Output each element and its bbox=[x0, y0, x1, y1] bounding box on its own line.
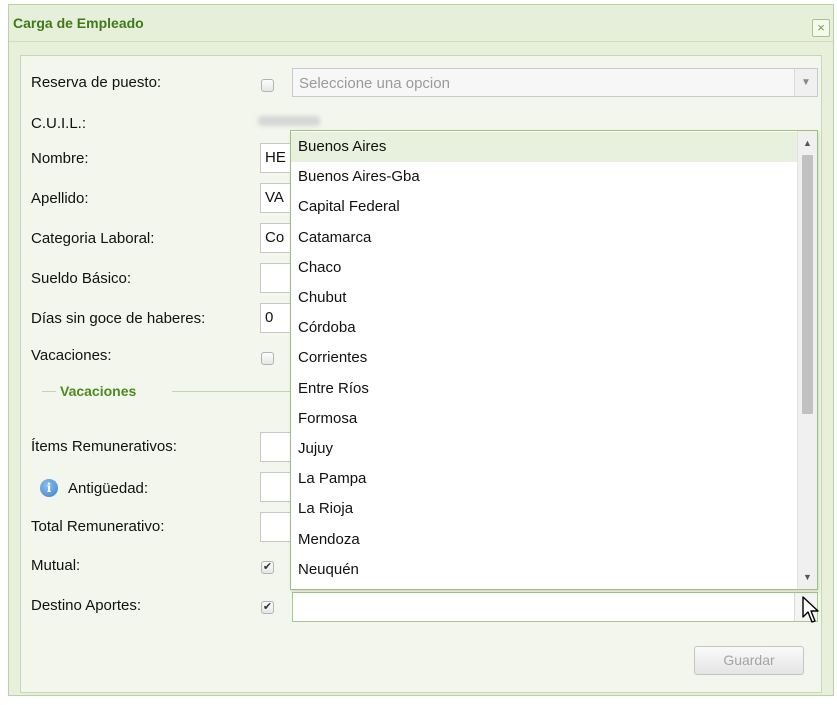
dropdown-option[interactable]: La Rioja bbox=[291, 494, 797, 524]
apellido-label: Apellido: bbox=[31, 190, 89, 207]
scrollbar-thumb[interactable] bbox=[802, 155, 813, 414]
mutual-checkbox[interactable]: ✔ bbox=[261, 561, 274, 574]
close-icon[interactable]: × bbox=[812, 19, 830, 37]
fieldset-divider bbox=[42, 391, 56, 392]
chevron-down-icon[interactable]: ▼ bbox=[794, 69, 817, 96]
dropdown-option[interactable]: Córdoba bbox=[291, 313, 797, 343]
categoria-label: Categoria Laboral: bbox=[31, 230, 155, 247]
mutual-label: Mutual: bbox=[31, 557, 81, 574]
dropdown-option[interactable]: Buenos Aires bbox=[291, 132, 797, 162]
reserva-select[interactable]: Seleccione una opcion ▼ bbox=[292, 68, 818, 97]
antiguedad-label: Antigüedad: bbox=[68, 480, 149, 497]
vacaciones-legend[interactable]: Vacaciones bbox=[60, 383, 136, 399]
mouse-pointer-icon bbox=[802, 596, 819, 623]
reserva-checkbox[interactable] bbox=[261, 79, 274, 92]
info-icon[interactable]: i bbox=[40, 479, 58, 497]
items-label: Ítems Remunerativos: bbox=[31, 438, 177, 455]
vacaciones-label: Vacaciones: bbox=[31, 347, 112, 364]
dropdown-option[interactable]: Corrientes bbox=[291, 343, 797, 373]
dias-label: Días sin goce de haberes: bbox=[31, 310, 206, 327]
cuil-label: C.U.I.L.: bbox=[31, 115, 87, 132]
dropdown-option[interactable]: Jujuy bbox=[291, 434, 797, 464]
dropdown-option[interactable]: Buenos Aires-Gba bbox=[291, 162, 797, 192]
dropdown-option[interactable]: Formosa bbox=[291, 404, 797, 434]
dropdown-option[interactable]: Capital Federal bbox=[291, 192, 797, 222]
sueldo-label: Sueldo Básico: bbox=[31, 270, 132, 287]
dropdown-option[interactable]: Chubut bbox=[291, 283, 797, 313]
reserva-select-placeholder: Seleccione una opcion bbox=[299, 75, 450, 92]
nombre-label: Nombre: bbox=[31, 150, 89, 167]
reserva-label: Reserva de puesto: bbox=[31, 74, 162, 91]
province-dropdown-list[interactable]: Buenos Aires Buenos Aires-Gba Capital Fede… bbox=[290, 130, 818, 590]
destino-label: Destino Aportes: bbox=[31, 597, 142, 614]
dialog-titlebar: Carga de Empleado × bbox=[9, 5, 833, 42]
destino-checkbox[interactable]: ✔ bbox=[261, 601, 274, 614]
scroll-up-icon[interactable]: ▲ bbox=[801, 137, 814, 149]
dialog-title: Carga de Empleado bbox=[13, 15, 144, 31]
dropdown-option[interactable]: Neuquén bbox=[291, 555, 797, 585]
dropdown-option[interactable]: La Pampa bbox=[291, 464, 797, 494]
vacaciones-checkbox[interactable] bbox=[261, 352, 274, 365]
dropdown-option[interactable]: Catamarca bbox=[291, 223, 797, 253]
destino-select[interactable]: ▼ bbox=[292, 592, 818, 622]
guardar-button[interactable]: Guardar bbox=[694, 646, 804, 675]
dropdown-option[interactable]: Mendoza bbox=[291, 525, 797, 555]
dropdown-option[interactable]: Chaco bbox=[291, 253, 797, 283]
dropdown-scrollbar[interactable]: ▲ ▼ bbox=[797, 131, 817, 589]
total-label: Total Remunerativo: bbox=[31, 518, 165, 535]
dropdown-option[interactable]: Entre Ríos bbox=[291, 374, 797, 404]
scroll-down-icon[interactable]: ▼ bbox=[801, 571, 814, 583]
cuil-value-redacted bbox=[258, 116, 320, 126]
fieldset-divider bbox=[172, 391, 290, 392]
